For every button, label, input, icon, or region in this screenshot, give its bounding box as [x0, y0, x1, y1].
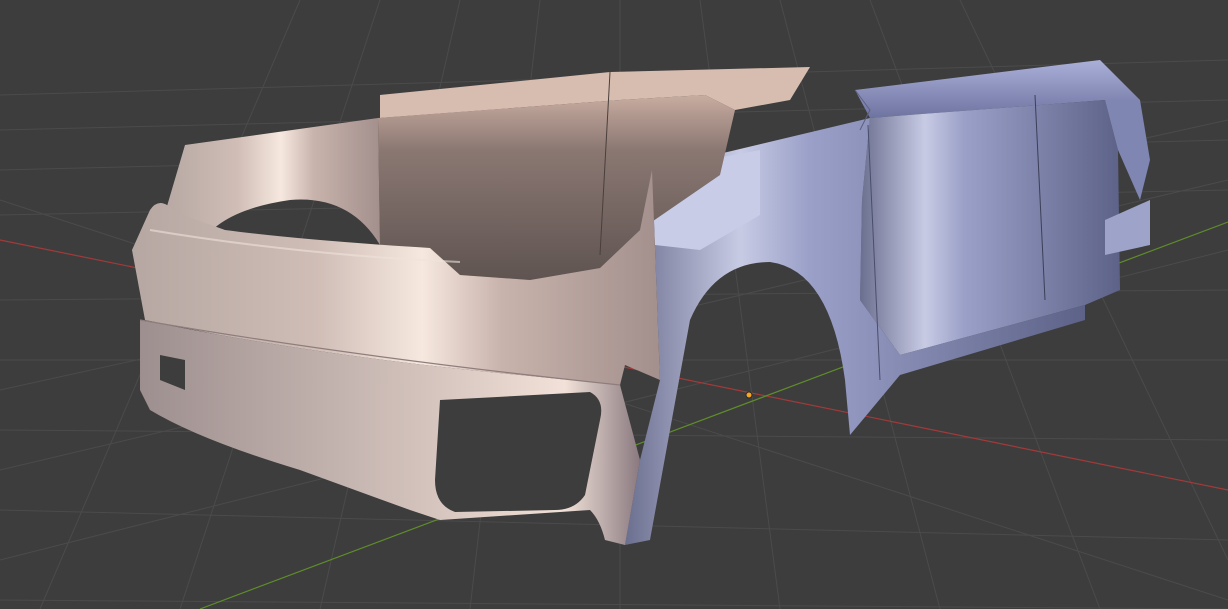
- origin-point[interactable]: [745, 391, 753, 399]
- 3d-viewport[interactable]: [0, 0, 1228, 609]
- viewport-canvas[interactable]: [0, 0, 1228, 609]
- front-body-panels[interactable]: [132, 67, 810, 545]
